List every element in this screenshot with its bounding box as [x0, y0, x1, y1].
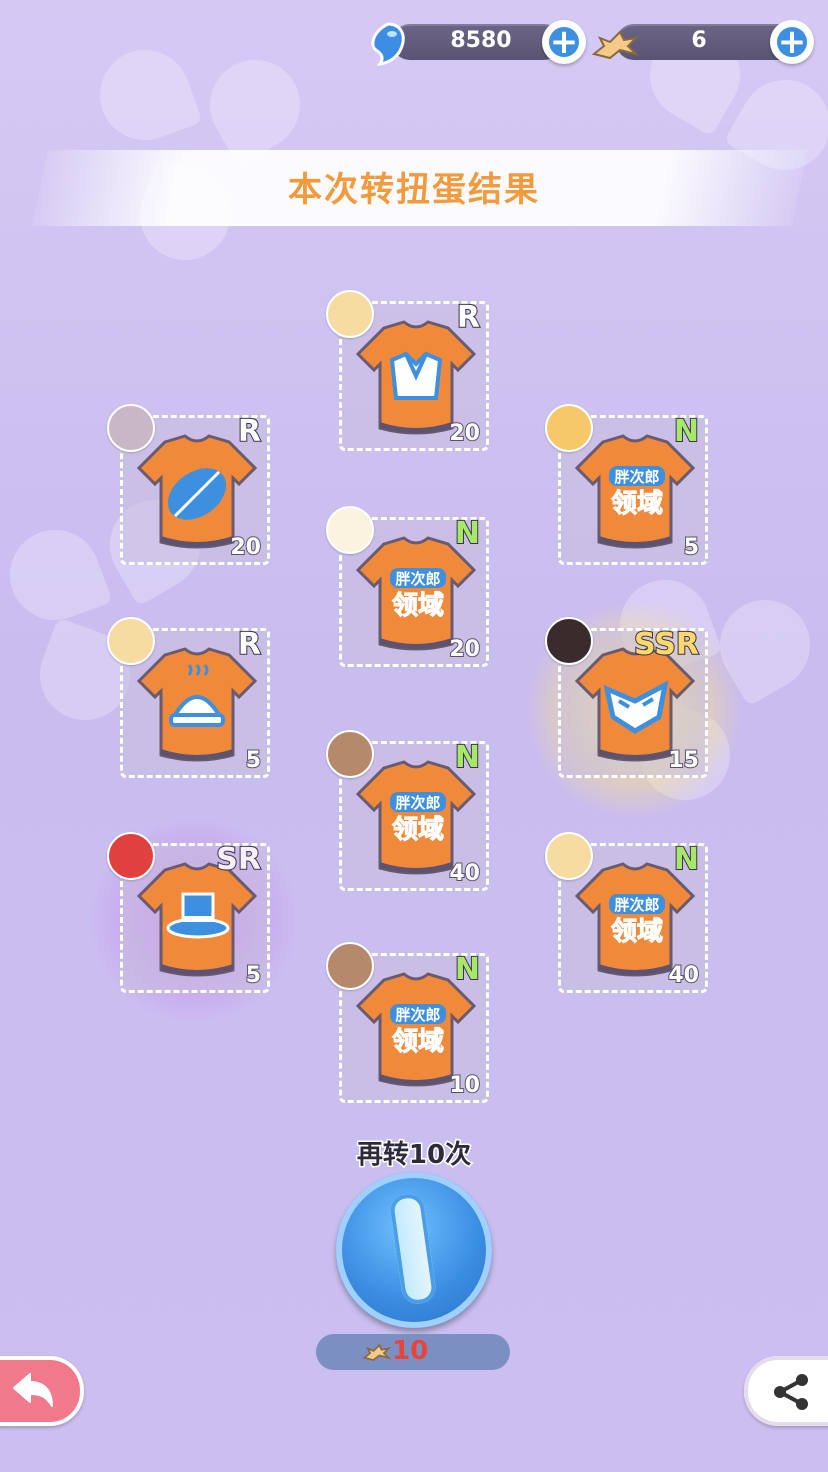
character-avatar	[107, 617, 155, 665]
item-count: 5	[245, 747, 262, 774]
capsule-handle-icon	[388, 1192, 438, 1306]
spin-cost: 10	[392, 1336, 429, 1366]
orange-shirt-icon: 胖次郎领域	[355, 536, 477, 651]
result-card[interactable]: 胖次郎领域 N 40	[326, 730, 489, 891]
item-count: 5	[245, 962, 262, 989]
domain-logo-icon: 胖次郎领域	[390, 568, 446, 622]
character-avatar	[107, 832, 155, 880]
result-card[interactable]: 胖次郎领域 N 10	[326, 942, 489, 1103]
result-card[interactable]: SSR 15	[545, 617, 708, 778]
logo-line-1: 胖次郎	[395, 794, 440, 812]
character-avatar	[545, 404, 593, 452]
share-button[interactable]	[744, 1356, 828, 1426]
item-count: 20	[448, 420, 481, 447]
result-card[interactable]: R 5	[107, 617, 270, 778]
page-title: 本次转扭蛋结果	[288, 170, 540, 210]
back-arrow-icon	[13, 1373, 53, 1407]
rarity-badge: N	[454, 951, 481, 988]
rarity-badge: R	[456, 299, 481, 336]
logo-line-2: 领域	[392, 814, 444, 845]
character-avatar	[545, 832, 593, 880]
character-avatar	[326, 290, 374, 338]
item-count: 5	[683, 534, 700, 561]
orange-shirt-icon: 胖次郎领域	[574, 862, 696, 977]
add-gem-button[interactable]	[542, 20, 586, 64]
result-card[interactable]: R 20	[326, 290, 489, 451]
result-card[interactable]: R 20	[107, 404, 270, 565]
logo-line-2: 领域	[392, 1026, 444, 1057]
rarity-badge: SSR	[633, 626, 700, 663]
character-avatar	[545, 617, 593, 665]
spin-again-label: 再转10次	[355, 1139, 472, 1172]
fish-bone-count: 6	[691, 28, 707, 53]
result-card[interactable]: 胖次郎领域 N 40	[545, 832, 708, 993]
rarity-badge: N	[454, 515, 481, 552]
logo-line-1: 胖次郎	[614, 896, 659, 914]
domain-logo-icon: 胖次郎领域	[390, 1004, 446, 1058]
fish-bone-icon	[591, 30, 640, 60]
character-avatar	[326, 942, 374, 990]
share-icon	[774, 1374, 808, 1410]
rarity-badge: R	[237, 626, 262, 663]
result-card[interactable]: SR 5	[107, 832, 270, 993]
back-button[interactable]	[0, 1356, 84, 1426]
result-card[interactable]: 胖次郎领域 N 20	[326, 506, 489, 667]
orange-shirt-icon	[136, 862, 258, 977]
logo-line-2: 领域	[392, 590, 444, 621]
character-avatar	[326, 730, 374, 778]
rarity-badge: N	[673, 413, 700, 450]
orange-shirt-icon: 胖次郎领域	[355, 972, 477, 1087]
rarity-badge: N	[673, 841, 700, 878]
item-count: 20	[229, 534, 262, 561]
orange-shirt-icon	[136, 647, 258, 762]
item-count: 20	[448, 636, 481, 663]
gem-count: 8580	[450, 28, 512, 53]
logo-line-1: 胖次郎	[395, 1006, 440, 1024]
rarity-badge: R	[237, 413, 262, 450]
item-count: 10	[448, 1072, 481, 1099]
add-fish-bone-button[interactable]	[770, 20, 814, 64]
rarity-badge: N	[454, 739, 481, 776]
domain-logo-icon: 胖次郎领域	[609, 894, 665, 948]
orange-shirt-icon	[574, 647, 696, 762]
domain-logo-icon: 胖次郎领域	[390, 792, 446, 846]
orange-shirt-icon: 胖次郎领域	[574, 434, 696, 549]
character-avatar	[107, 404, 155, 452]
item-count: 40	[448, 860, 481, 887]
domain-logo-icon: 胖次郎领域	[609, 466, 665, 520]
item-count: 40	[667, 962, 700, 989]
orange-shirt-icon	[136, 434, 258, 549]
fish-bone-icon	[362, 1343, 392, 1362]
result-card[interactable]: 胖次郎领域 N 5	[545, 404, 708, 565]
rarity-badge: SR	[215, 841, 262, 878]
orange-shirt-icon: 胖次郎领域	[355, 760, 477, 875]
spin-again-button[interactable]	[336, 1172, 492, 1328]
logo-line-1: 胖次郎	[614, 468, 659, 486]
logo-line-1: 胖次郎	[395, 570, 440, 588]
fishbone-currency: 6	[590, 20, 820, 64]
item-count: 15	[667, 747, 700, 774]
blue-gem-icon	[371, 22, 405, 67]
character-avatar	[326, 506, 374, 554]
orange-shirt-icon	[355, 320, 477, 435]
logo-line-2: 领域	[611, 488, 663, 519]
gem-currency: 8580	[366, 20, 588, 67]
logo-line-2: 领域	[611, 916, 663, 947]
